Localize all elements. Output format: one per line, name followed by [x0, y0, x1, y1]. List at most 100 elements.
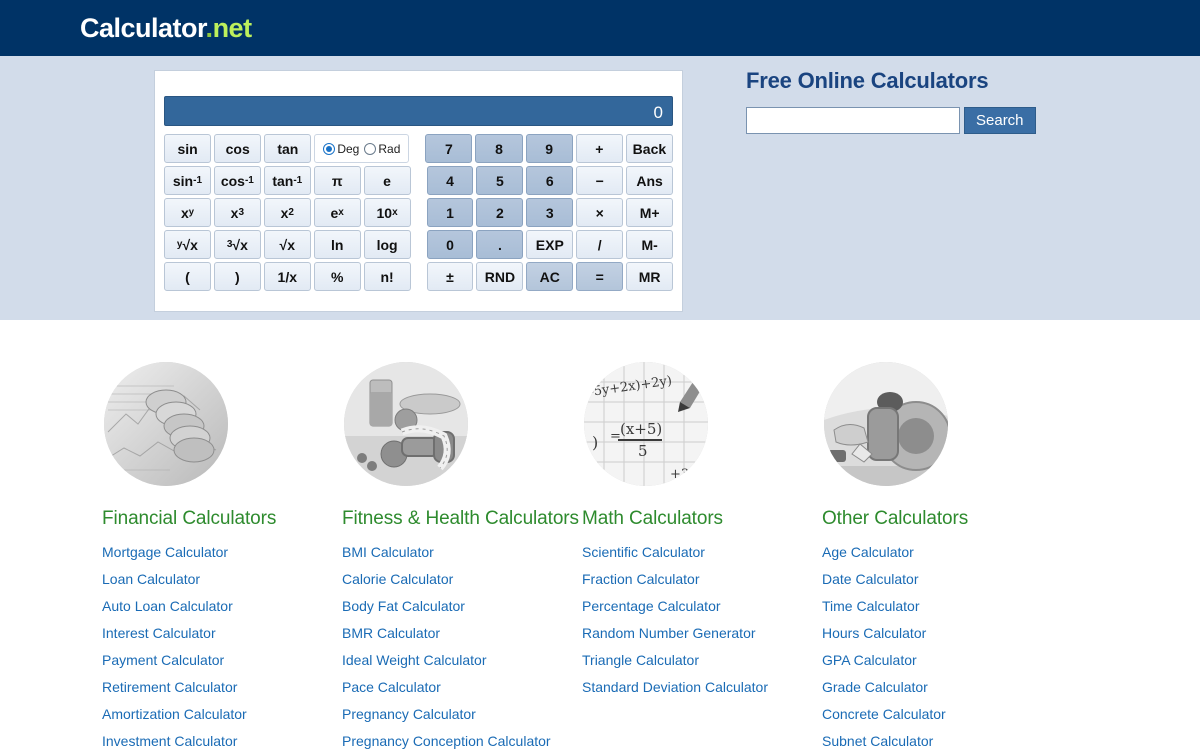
calculator-link[interactable]: Auto Loan Calculator: [102, 598, 233, 614]
calculator-link[interactable]: Retirement Calculator: [102, 679, 237, 695]
list-item: Age Calculator: [822, 544, 1060, 562]
search-button[interactable]: Search: [964, 107, 1036, 134]
calc-key-[interactable]: %: [313, 262, 361, 291]
calc-key-n[interactable]: n!: [363, 262, 411, 291]
calc-key-cos[interactable]: cos -1: [213, 166, 261, 195]
calc-key-sin[interactable]: sin: [164, 134, 212, 163]
calc-key-Ans[interactable]: Ans: [626, 166, 674, 195]
calc-key-x[interactable]: x3: [213, 198, 261, 227]
calc-key-equals[interactable]: =: [576, 262, 624, 291]
list-item: Pace Calculator: [342, 679, 580, 697]
calc-key-9[interactable]: 9: [525, 134, 573, 163]
search-input[interactable]: [746, 107, 960, 134]
calc-key-ln[interactable]: ln: [313, 230, 361, 259]
calc-key-AC[interactable]: AC: [526, 262, 574, 291]
calculator-link[interactable]: Pregnancy Calculator: [342, 706, 476, 722]
calculator-link[interactable]: Concrete Calculator: [822, 706, 946, 722]
rad-radio-icon[interactable]: [364, 142, 377, 155]
calc-key-[interactable]: π: [313, 166, 361, 195]
calc-key-7[interactable]: 7: [425, 134, 473, 163]
calculator-link[interactable]: Scientific Calculator: [582, 544, 705, 560]
calc-key-1[interactable]: 1: [426, 198, 474, 227]
calculator-link[interactable]: Amortization Calculator: [102, 706, 247, 722]
fuel-pump-refueling-car-photo[interactable]: [824, 362, 948, 486]
calc-key-minus[interactable]: −: [576, 166, 624, 195]
calc-key-x[interactable]: x2: [263, 198, 311, 227]
calculator-keypad: sin cos tan Deg Rad 7 8 9 + Back sin -1 cos -1 tan -1 π e…: [164, 134, 674, 291]
calc-key-plusminus[interactable]: ±: [426, 262, 474, 291]
calc-key-3[interactable]: 3: [526, 198, 574, 227]
algebra-equation-on-graph-paper-photo[interactable]: -5y+2x)+2y) (x+5) = 5 ) +3z: [584, 362, 708, 486]
calculator-link[interactable]: Random Number Generator: [582, 625, 756, 641]
calc-key-RND[interactable]: RND: [476, 262, 524, 291]
deg-radio-icon[interactable]: [323, 142, 336, 155]
calc-key-Back[interactable]: Back: [625, 134, 673, 163]
calc-key-8[interactable]: 8: [475, 134, 523, 163]
calc-key-tan[interactable]: tan -1: [263, 166, 311, 195]
calc-key-x[interactable]: xʸ: [164, 198, 211, 227]
calc-key-4[interactable]: 4: [426, 166, 474, 195]
calculator-row: sin -1 cos -1 tan -1 π e 4 5 6− Ans: [164, 166, 674, 195]
calculator-link[interactable]: Fraction Calculator: [582, 571, 700, 587]
calc-key-divide[interactable]: /: [576, 230, 624, 259]
calculator-link[interactable]: Grade Calculator: [822, 679, 928, 695]
calc-key-tan[interactable]: tan: [264, 134, 312, 163]
calculator-link[interactable]: Triangle Calculator: [582, 652, 699, 668]
calculator-link[interactable]: Time Calculator: [822, 598, 920, 614]
calc-key-times[interactable]: ×: [576, 198, 624, 227]
calculator-link[interactable]: Loan Calculator: [102, 571, 200, 587]
calculator-link[interactable]: BMI Calculator: [342, 544, 434, 560]
calculator-link[interactable]: Pregnancy Conception Calculator: [342, 733, 551, 749]
calculator-link[interactable]: Age Calculator: [822, 544, 914, 560]
calc-key-cos[interactable]: cos: [214, 134, 262, 163]
calc-key-Mplus[interactable]: M+: [626, 198, 674, 227]
site-logo[interactable]: Calculator.net: [80, 14, 252, 42]
calc-key-decimal[interactable]: .: [476, 230, 524, 259]
calc-key-log[interactable]: log: [363, 230, 411, 259]
calculator-link[interactable]: Interest Calculator: [102, 625, 216, 641]
calculator-link[interactable]: Mortgage Calculator: [102, 544, 228, 560]
calculator-link[interactable]: Body Fat Calculator: [342, 598, 465, 614]
calculator-link[interactable]: Payment Calculator: [102, 652, 224, 668]
calculator-link[interactable]: Investment Calculator: [102, 733, 237, 749]
calc-key-x[interactable]: √x: [263, 230, 311, 259]
calc-key-x[interactable]: 3 √x: [213, 230, 261, 259]
category-title-other: Other Calculators: [822, 508, 969, 529]
coins-on-financial-chart-photo[interactable]: [104, 362, 228, 486]
calculator-link[interactable]: Standard Deviation Calculator: [582, 679, 768, 695]
angle-mode-radio-group[interactable]: Deg Rad: [314, 134, 410, 163]
calc-key-sin[interactable]: sin -1: [164, 166, 211, 195]
calc-key-0[interactable]: 0: [426, 230, 474, 259]
calc-key-[interactable]: ): [213, 262, 261, 291]
calculator-link[interactable]: Calorie Calculator: [342, 571, 453, 587]
calc-key-e[interactable]: e: [363, 166, 411, 195]
calculator-link[interactable]: BMR Calculator: [342, 625, 440, 641]
calc-key-5[interactable]: 5: [476, 166, 524, 195]
calc-key-plus[interactable]: +: [575, 134, 623, 163]
calculator-link[interactable]: GPA Calculator: [822, 652, 917, 668]
calc-key-MR[interactable]: MR: [626, 262, 674, 291]
calc-key-e[interactable]: ex: [313, 198, 361, 227]
rad-radio-option[interactable]: Rad: [364, 142, 400, 156]
calc-key-x[interactable]: y √x: [164, 230, 211, 259]
calculator-link[interactable]: Date Calculator: [822, 571, 919, 587]
calculator-link[interactable]: Ideal Weight Calculator: [342, 652, 486, 668]
calculator-row: xʸ x 3 x 2 e x 10 x 1 2 3 × M+: [164, 198, 674, 227]
list-item: Amortization Calculator: [102, 706, 340, 724]
calc-key-2[interactable]: 2: [476, 198, 524, 227]
calc-key-Mminus[interactable]: M-: [626, 230, 674, 259]
calc-key-10[interactable]: 10 x: [363, 198, 411, 227]
calculator-link[interactable]: Pace Calculator: [342, 679, 441, 695]
calc-key-6[interactable]: 6: [526, 166, 574, 195]
calc-key-[interactable]: (: [164, 262, 211, 291]
list-item: Pregnancy Calculator: [342, 706, 580, 724]
list-item: Mortgage Calculator: [102, 544, 340, 562]
deg-radio-option[interactable]: Deg: [323, 142, 359, 156]
calc-key-EXP[interactable]: EXP: [526, 230, 574, 259]
keypad-divider: [414, 262, 424, 291]
healthy-food-and-dumbbell-photo[interactable]: [344, 362, 468, 486]
calculator-link[interactable]: Percentage Calculator: [582, 598, 721, 614]
calc-key-1x[interactable]: 1/x: [263, 262, 311, 291]
calculator-link[interactable]: Hours Calculator: [822, 625, 926, 641]
calculator-link[interactable]: Subnet Calculator: [822, 733, 933, 749]
